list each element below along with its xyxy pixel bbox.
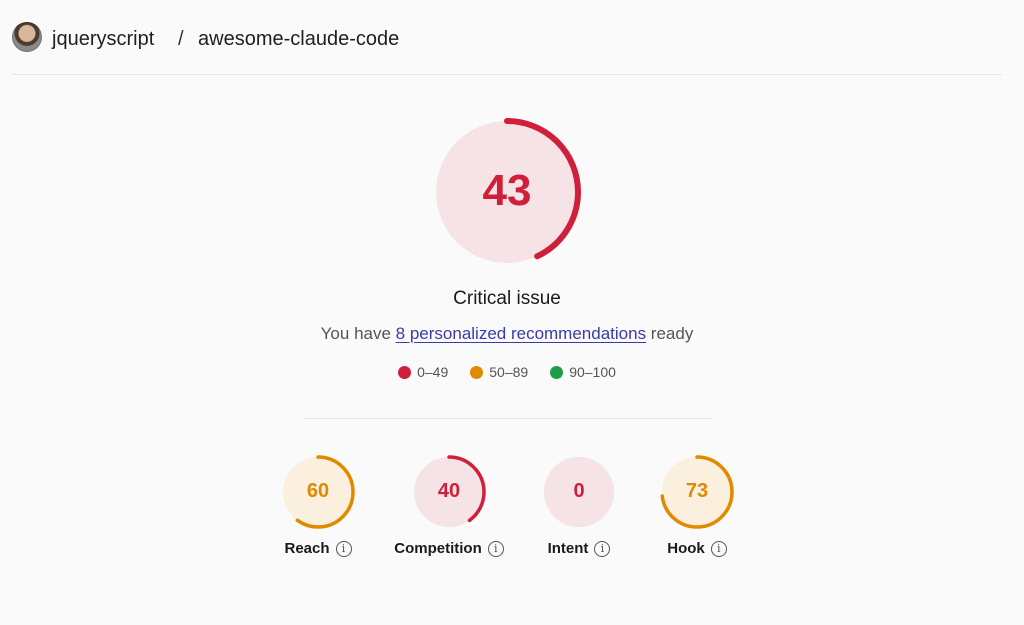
metric-score-reach: 60 xyxy=(306,480,330,502)
metric-label-reach: Reach xyxy=(284,540,330,557)
recommendations-text: You have 8 personalized recommendations … xyxy=(0,323,1014,345)
recs-suffix: ready xyxy=(646,324,694,343)
legend-dot-mid xyxy=(470,365,484,379)
info-icon[interactable]: i xyxy=(487,540,504,557)
breadcrumb-owner[interactable]: jqueryscript xyxy=(52,27,154,51)
info-icon[interactable]: i xyxy=(335,540,352,557)
legend-item-low: 0–49 xyxy=(398,364,448,380)
legend-item-mid: 50–89 xyxy=(470,364,528,380)
info-icon[interactable]: i xyxy=(594,540,611,557)
legend-label-low: 0–49 xyxy=(417,364,449,380)
legend-label-mid: 50–89 xyxy=(489,364,529,380)
legend-dot-high xyxy=(550,365,564,379)
section-divider xyxy=(304,418,712,419)
legend-dot-low xyxy=(398,365,412,379)
overall-score-value: 43 xyxy=(482,166,532,215)
score-legend: 0–49 50–89 90–100 xyxy=(0,364,1014,380)
metric-label-row-reach: Reach i xyxy=(251,540,385,557)
breadcrumb-repo[interactable]: awesome-claude-code xyxy=(198,27,399,51)
metric-label-row-hook: Hook i xyxy=(630,540,764,557)
metric-label-intent: Intent xyxy=(547,540,589,557)
breadcrumb-separator: / xyxy=(178,28,184,50)
recommendations-link[interactable]: 8 personalized recommendations xyxy=(396,324,646,343)
metric-label-hook: Hook xyxy=(667,540,705,557)
legend-label-high: 90–100 xyxy=(569,364,616,380)
repo-header: jqueryscript / awesome-claude-code xyxy=(12,0,1002,75)
metric-label-competition: Competition xyxy=(394,540,482,557)
metric-score-competition: 40 xyxy=(437,480,461,502)
info-icon[interactable]: i xyxy=(710,540,727,557)
metric-label-row-intent: Intent i xyxy=(512,540,646,557)
status-title: Critical issue xyxy=(453,288,561,309)
metric-score-hook: 73 xyxy=(685,480,709,502)
metric-label-row-competition: Competition i xyxy=(382,540,516,557)
metric-score-intent: 0 xyxy=(573,480,585,502)
avatar[interactable] xyxy=(12,22,42,52)
recs-prefix: You have xyxy=(320,324,396,343)
legend-item-high: 90–100 xyxy=(550,364,616,380)
